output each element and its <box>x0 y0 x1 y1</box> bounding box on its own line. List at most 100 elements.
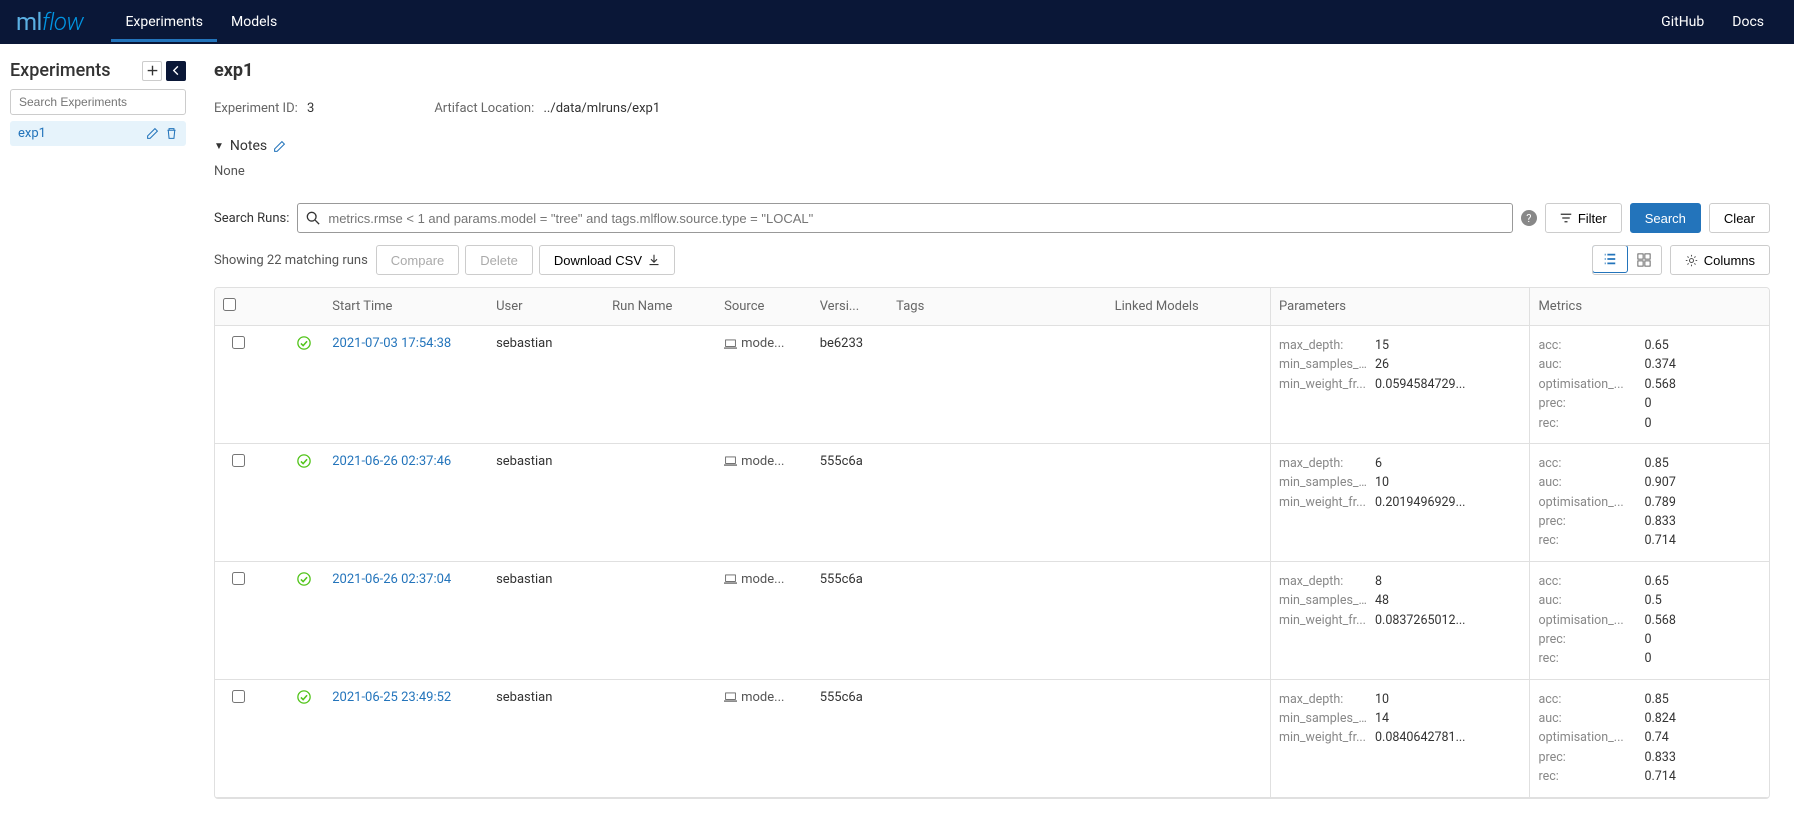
search-runs-label: Search Runs: <box>214 211 289 226</box>
run-start-time-link[interactable]: 2021-06-26 02:37:46 <box>332 454 451 469</box>
table-row: 2021-07-03 17:54:38 sebastian mode... be… <box>215 326 1769 444</box>
metric-key: optimisation_... <box>1538 611 1638 630</box>
select-row-checkbox[interactable] <box>232 690 245 703</box>
table-row: 2021-06-25 23:49:52 sebastian mode... 55… <box>215 679 1769 797</box>
status-ok-icon <box>297 339 311 354</box>
artifact-location-value: ../data/mlruns/exp1 <box>543 101 660 116</box>
metric-value: 0.789 <box>1644 493 1675 512</box>
metric-key: rec: <box>1538 414 1638 433</box>
metric-key: auc: <box>1538 473 1638 492</box>
param-key: max_depth: <box>1279 336 1369 355</box>
run-version: 555c6a <box>812 443 888 561</box>
laptop-icon <box>724 339 737 349</box>
status-ok-icon <box>297 457 311 472</box>
param-key: min_weight_fr... <box>1279 611 1369 630</box>
metric-key: prec: <box>1538 394 1638 413</box>
metric-key: prec: <box>1538 748 1638 767</box>
col-version[interactable]: Versi... <box>812 288 888 326</box>
param-key: max_depth: <box>1279 572 1369 591</box>
metric-key: optimisation_... <box>1538 375 1638 394</box>
param-key: max_depth: <box>1279 690 1369 709</box>
notes-toggle[interactable]: ▼ Notes <box>214 138 1770 154</box>
select-all-checkbox[interactable] <box>223 298 236 311</box>
search-experiments-input[interactable] <box>10 89 186 115</box>
metric-key: auc: <box>1538 709 1638 728</box>
metric-key: rec: <box>1538 531 1638 550</box>
edit-icon[interactable] <box>146 127 159 140</box>
select-row-checkbox[interactable] <box>232 454 245 467</box>
grid-view-button[interactable] <box>1627 246 1661 274</box>
col-linked-models[interactable]: Linked Models <box>1107 288 1271 326</box>
metric-value: 0.374 <box>1644 355 1675 374</box>
metric-key: acc: <box>1538 336 1638 355</box>
list-view-button[interactable] <box>1592 245 1628 273</box>
run-linked-models <box>1107 326 1271 444</box>
plus-icon <box>147 65 158 76</box>
search-runs-input[interactable] <box>328 211 1503 226</box>
filter-icon <box>1560 212 1572 224</box>
col-metrics[interactable]: Metrics <box>1530 288 1769 326</box>
metric-key: acc: <box>1538 572 1638 591</box>
run-start-time-link[interactable]: 2021-07-03 17:54:38 <box>332 336 451 351</box>
table-row: 2021-06-26 02:37:46 sebastian mode... 55… <box>215 443 1769 561</box>
run-tags <box>888 443 1106 561</box>
nav-models[interactable]: Models <box>217 2 291 42</box>
search-button[interactable]: Search <box>1630 203 1701 233</box>
param-key: min_weight_fr... <box>1279 728 1369 747</box>
experiment-title: exp1 <box>214 60 1770 81</box>
columns-button[interactable]: Columns <box>1670 245 1770 275</box>
param-value: 15 <box>1375 336 1389 355</box>
sidebar-item-label: exp1 <box>18 126 46 141</box>
experiment-id-value: 3 <box>307 101 314 116</box>
top-header: mlflow Experiments Models GitHub Docs <box>0 0 1794 44</box>
nav-github[interactable]: GitHub <box>1647 2 1718 42</box>
param-value: 26 <box>1375 355 1389 374</box>
col-source[interactable]: Source <box>716 288 812 326</box>
run-user: sebastian <box>488 443 604 561</box>
run-start-time-link[interactable]: 2021-06-26 02:37:04 <box>332 572 451 587</box>
sidebar: Experiments exp1 <box>0 60 196 799</box>
artifact-location-label: Artifact Location: <box>434 101 534 116</box>
param-value: 6 <box>1375 454 1382 473</box>
param-value: 14 <box>1375 709 1389 728</box>
col-parameters[interactable]: Parameters <box>1271 288 1530 326</box>
run-tags <box>888 561 1106 679</box>
nav-experiments[interactable]: Experiments <box>111 2 217 42</box>
select-row-checkbox[interactable] <box>232 336 245 349</box>
metric-key: rec: <box>1538 649 1638 668</box>
run-start-time-link[interactable]: 2021-06-25 23:49:52 <box>332 690 451 705</box>
delete-button[interactable]: Delete <box>465 245 533 275</box>
sidebar-item-exp1[interactable]: exp1 <box>10 121 186 146</box>
help-icon[interactable]: ? <box>1521 210 1537 226</box>
col-user[interactable]: User <box>488 288 604 326</box>
logo-flow: flow <box>42 8 84 36</box>
edit-notes-icon[interactable] <box>273 140 286 153</box>
col-run-name[interactable]: Run Name <box>604 288 716 326</box>
param-value: 10 <box>1375 690 1389 709</box>
metric-key: prec: <box>1538 630 1638 649</box>
compare-button[interactable]: Compare <box>376 245 459 275</box>
view-toggle <box>1592 245 1662 275</box>
delete-icon[interactable] <box>165 127 178 140</box>
nav-docs[interactable]: Docs <box>1718 2 1778 42</box>
col-start-time[interactable]: Start Time <box>324 288 488 326</box>
collapse-sidebar-button[interactable] <box>166 61 186 81</box>
mlflow-logo[interactable]: mlflow <box>16 8 83 36</box>
run-parameters: max_depth:8min_samples_l...48min_weight_… <box>1279 572 1521 630</box>
metric-key: optimisation_... <box>1538 493 1638 512</box>
download-csv-button[interactable]: Download CSV <box>539 245 675 275</box>
download-icon <box>648 254 660 266</box>
col-tags[interactable]: Tags <box>888 288 1106 326</box>
metric-value: 0.5 <box>1644 591 1661 610</box>
clear-button[interactable]: Clear <box>1709 203 1770 233</box>
run-linked-models <box>1107 443 1271 561</box>
list-icon <box>1603 252 1617 266</box>
filter-button[interactable]: Filter <box>1545 203 1622 233</box>
run-parameters: max_depth:10min_samples_l...14min_weight… <box>1279 690 1521 748</box>
run-tags <box>888 326 1106 444</box>
select-row-checkbox[interactable] <box>232 572 245 585</box>
add-experiment-button[interactable] <box>142 61 162 81</box>
metric-key: acc: <box>1538 454 1638 473</box>
param-value: 0.0840642781... <box>1375 728 1465 747</box>
search-runs-box[interactable] <box>297 203 1512 233</box>
